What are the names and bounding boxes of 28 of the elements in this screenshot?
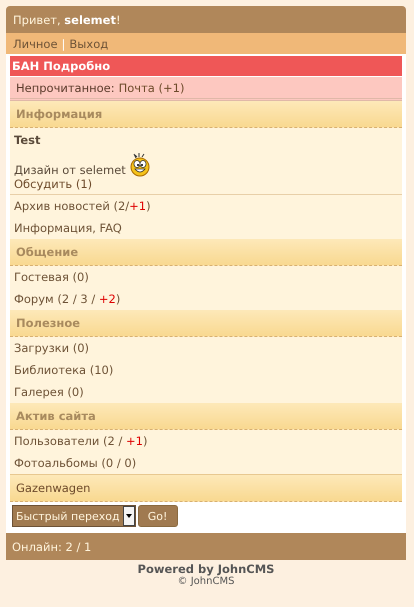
- nav-link[interactable]: Личное: [13, 36, 58, 50]
- powered-by-text: Powered by JohnCMS: [138, 562, 274, 576]
- news-title: Test: [14, 133, 42, 147]
- ban-link[interactable]: БАН Подробно: [12, 59, 110, 73]
- go-button[interactable]: Go!: [138, 505, 178, 527]
- greeting-text: Привет, selemet!: [13, 12, 121, 26]
- section-title: Общение: [16, 245, 78, 259]
- menu-link[interactable]: Загрузки (0): [14, 341, 90, 355]
- nav-link[interactable]: Выход: [69, 36, 108, 50]
- copyright-text: © JohnCMS: [178, 576, 234, 587]
- mail-link[interactable]: Почта (+1): [118, 80, 184, 94]
- quick-jump-select[interactable]: Быстрый переход: [12, 505, 136, 527]
- section-title: Актив сайта: [16, 409, 96, 423]
- online-count: Онлайн: 2 / 1: [12, 540, 92, 554]
- menu-link[interactable]: Библиотека (10): [14, 363, 114, 377]
- menu-link[interactable]: Форум (2 / 3 / +2): [14, 292, 120, 306]
- menu-link[interactable]: Фотоальбомы (0 / 0): [14, 456, 136, 470]
- unread-label: Непрочитанное:: [16, 80, 115, 94]
- banner-link[interactable]: Gazenwagen: [16, 481, 90, 495]
- section-title: Полезное: [16, 316, 80, 330]
- menu-link[interactable]: Гостевая (0): [14, 270, 89, 284]
- discuss-link[interactable]: Обсудить (1): [14, 177, 92, 191]
- separator-text: |: [62, 36, 66, 50]
- menu-link[interactable]: Информация, FAQ: [14, 221, 122, 235]
- menu-link[interactable]: Галерея (0): [14, 385, 84, 399]
- news-text: Дизайн от selemet: [14, 163, 126, 177]
- smiley-icon: [130, 153, 150, 177]
- section-title: Информация: [16, 107, 102, 121]
